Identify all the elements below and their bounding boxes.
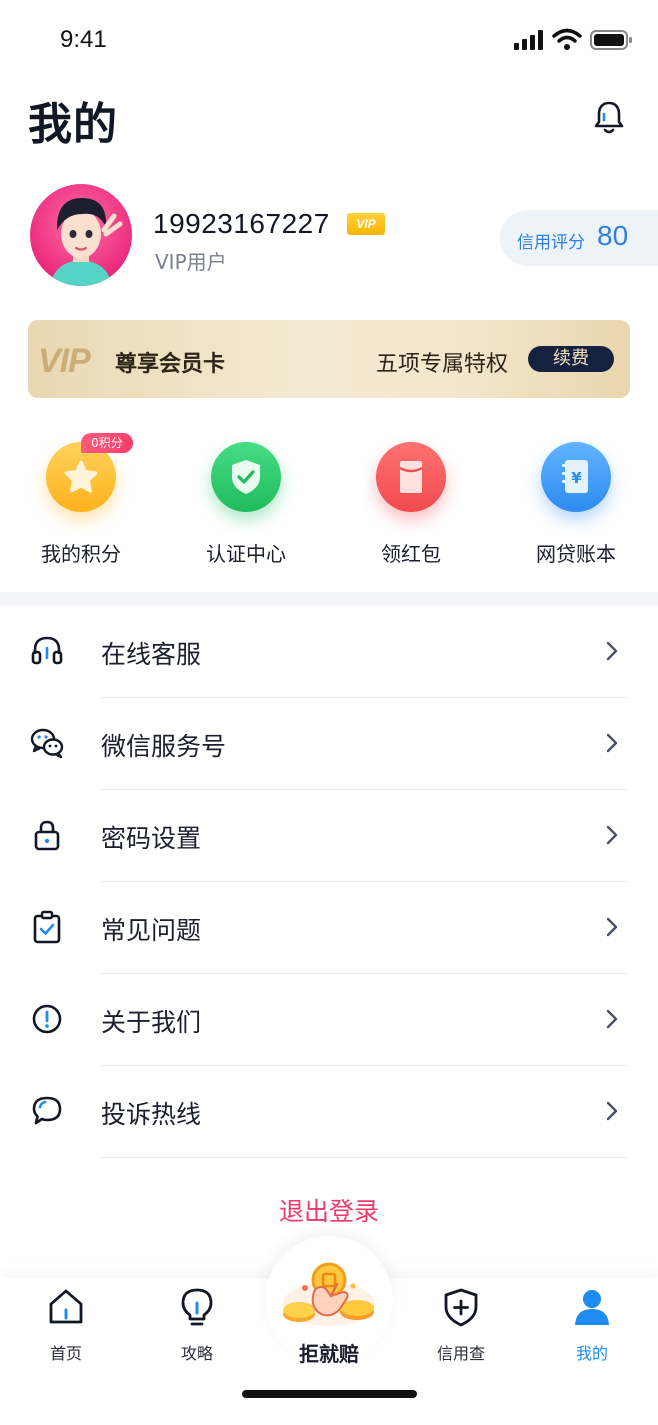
vip-badge: VIP bbox=[347, 213, 385, 235]
vip-logo: VIP bbox=[38, 342, 91, 380]
info-icon bbox=[32, 1004, 62, 1034]
quick-action-ledger[interactable]: ¥ 网贷账本 bbox=[516, 432, 636, 567]
status-time: 9:41 bbox=[60, 26, 107, 53]
tab-label: 我的 bbox=[575, 1344, 608, 1363]
credit-score-label: 信用评分 bbox=[517, 233, 585, 253]
menu-item-about[interactable]: 关于我们 bbox=[0, 974, 658, 1066]
bell-icon[interactable] bbox=[590, 98, 628, 136]
renew-button[interactable]: 续费 bbox=[528, 346, 614, 372]
svg-text:¥: ¥ bbox=[571, 469, 582, 487]
ledger-icon: ¥ bbox=[541, 442, 611, 512]
menu-item-label: 常见问题 bbox=[101, 916, 202, 945]
home-icon bbox=[49, 1289, 83, 1324]
menu-item-password[interactable]: 密码设置 bbox=[0, 790, 658, 882]
lock-icon bbox=[34, 820, 60, 851]
quick-action-label: 认证中心 bbox=[206, 542, 286, 566]
red-envelope-icon bbox=[376, 442, 446, 512]
clipboard-check-icon bbox=[33, 910, 61, 944]
quick-action-red-envelope[interactable]: 领红包 bbox=[351, 432, 471, 567]
home-indicator bbox=[242, 1390, 417, 1398]
menu-item-label: 微信服务号 bbox=[101, 732, 227, 761]
menu-item-label: 关于我们 bbox=[101, 1008, 202, 1037]
shield-plus-icon bbox=[444, 1288, 478, 1327]
logout-button[interactable]: 退出登录 bbox=[0, 1192, 658, 1228]
menu-item-label: 在线客服 bbox=[101, 640, 202, 669]
vip-card-name: 尊享会员卡 bbox=[115, 352, 226, 377]
chevron-right-icon bbox=[606, 917, 618, 937]
battery-icon bbox=[590, 30, 632, 50]
vip-member-card[interactable]: VIP 尊享会员卡 五项专属特权 续费 bbox=[28, 320, 630, 398]
signal-icon bbox=[514, 30, 543, 50]
quick-action-label: 领红包 bbox=[381, 542, 441, 566]
chevron-right-icon bbox=[606, 733, 618, 753]
divider bbox=[101, 1157, 629, 1158]
user-level: VIP用户 bbox=[155, 250, 227, 274]
quick-action-verify[interactable]: 认证中心 bbox=[186, 432, 306, 567]
tab-mine[interactable]: 我的 bbox=[542, 1286, 642, 1364]
wifi-icon bbox=[552, 28, 582, 50]
quick-action-label: 我的积分 bbox=[41, 542, 121, 566]
chevron-right-icon bbox=[606, 825, 618, 845]
avatar[interactable] bbox=[30, 184, 132, 286]
points-badge: 0积分 bbox=[81, 433, 133, 453]
user-phone: 19923167227 bbox=[153, 208, 330, 239]
menu-item-wechat[interactable]: 微信服务号 bbox=[0, 698, 658, 790]
credit-score-pill[interactable]: 信用评分 80 bbox=[500, 210, 658, 266]
user-icon bbox=[575, 1290, 609, 1325]
shield-check-icon bbox=[211, 442, 281, 512]
status-bar: 9:41 bbox=[0, 0, 658, 80]
quick-action-label: 网贷账本 bbox=[536, 542, 616, 566]
tab-label: 信用查 bbox=[436, 1344, 485, 1363]
headset-icon bbox=[31, 636, 63, 665]
page-title: 我的 bbox=[28, 99, 118, 150]
wechat-icon bbox=[30, 728, 64, 759]
menu-item-complaint[interactable]: 投诉热线 bbox=[0, 1066, 658, 1158]
chevron-right-icon bbox=[606, 1009, 618, 1029]
credit-score-value: 80 bbox=[597, 220, 629, 251]
menu-item-label: 投诉热线 bbox=[101, 1100, 202, 1129]
lightbulb-icon bbox=[181, 1288, 213, 1326]
menu-item-customer-service[interactable]: 在线客服 bbox=[0, 606, 658, 698]
chevron-right-icon bbox=[606, 641, 618, 661]
chevron-right-icon bbox=[606, 1101, 618, 1121]
menu-item-faq[interactable]: 常见问题 bbox=[0, 882, 658, 974]
section-divider bbox=[0, 592, 658, 606]
tab-credit-check[interactable]: 信用查 bbox=[411, 1286, 511, 1364]
vip-card-desc: 五项专属特权 bbox=[376, 352, 509, 377]
menu-item-label: 密码设置 bbox=[101, 824, 202, 853]
chat-bubble-icon bbox=[32, 1096, 62, 1125]
